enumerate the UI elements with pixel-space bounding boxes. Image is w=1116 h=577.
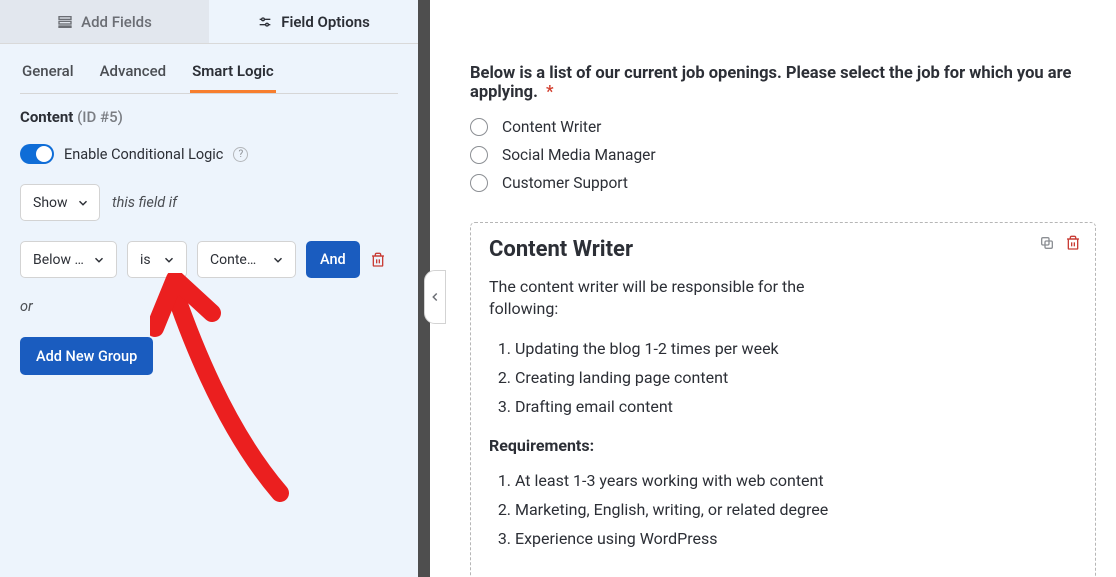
field-title: Content (ID #5) xyxy=(20,108,398,126)
trash-icon[interactable] xyxy=(370,252,386,268)
list-item: Experience using WordPress xyxy=(515,529,1045,548)
list-item: Updating the blog 1-2 times per week xyxy=(515,339,1045,358)
list-item: Creating landing page content xyxy=(515,368,1045,387)
radio-label: Content Writer xyxy=(502,118,601,136)
show-select-value: Show xyxy=(33,195,68,211)
radio-label: Customer Support xyxy=(502,174,628,192)
list-item: Drafting email content xyxy=(515,397,1045,416)
chevron-down-icon xyxy=(162,253,176,267)
sliders-icon xyxy=(257,14,273,30)
show-row: Show this field if xyxy=(20,184,398,221)
content-card[interactable]: Content Writer The content writer will b… xyxy=(470,222,1096,577)
panel-body: Content (ID #5) Enable Conditional Logic… xyxy=(0,108,418,577)
subtab-advanced[interactable]: Advanced xyxy=(98,56,168,93)
layout-icon xyxy=(57,14,73,30)
card-actions xyxy=(1039,235,1081,251)
field-title-label: Content xyxy=(20,108,73,126)
collapse-handle[interactable] xyxy=(424,270,446,324)
chevron-left-icon xyxy=(428,290,442,304)
show-select[interactable]: Show xyxy=(20,184,100,221)
chevron-down-icon xyxy=(76,196,90,210)
tab-field-options[interactable]: Field Options xyxy=(209,0,418,43)
condition-operator-select[interactable]: is xyxy=(127,241,187,278)
condition-row: Below i… is Conten… And xyxy=(20,241,398,278)
tab-add-fields-label: Add Fields xyxy=(81,13,152,31)
requirements-heading: Requirements: xyxy=(489,436,1045,455)
tab-field-options-label: Field Options xyxy=(281,13,370,31)
required-asterisk: * xyxy=(546,83,554,102)
conditional-logic-toggle[interactable] xyxy=(20,144,54,164)
radio-option[interactable]: Content Writer xyxy=(470,118,1096,136)
field-title-id: (ID #5) xyxy=(77,108,123,126)
subtabs-divider xyxy=(20,93,398,94)
this-field-if: this field if xyxy=(112,194,177,211)
panel-divider xyxy=(418,0,440,577)
question-title: Below is a list of our current job openi… xyxy=(470,64,1096,102)
subtab-smart-logic[interactable]: Smart Logic xyxy=(190,56,276,93)
radio-option[interactable]: Customer Support xyxy=(470,174,1096,192)
radio-icon xyxy=(470,174,488,192)
condition-value-value: Conten… xyxy=(210,252,263,268)
chevron-down-icon xyxy=(271,253,285,267)
radio-icon xyxy=(470,146,488,164)
list-item: Marketing, English, writing, or related … xyxy=(515,500,1045,519)
list-item: At least 1-3 years working with web cont… xyxy=(515,471,1045,490)
condition-field-value: Below i… xyxy=(33,252,84,268)
conditional-logic-label: Enable Conditional Logic xyxy=(64,146,223,163)
duplicate-icon[interactable] xyxy=(1039,235,1055,251)
chevron-down-icon xyxy=(92,253,106,267)
radio-icon xyxy=(470,118,488,136)
help-icon[interactable]: ? xyxy=(233,147,248,162)
condition-operator-value: is xyxy=(140,252,151,268)
add-new-group-button[interactable]: Add New Group xyxy=(20,337,153,375)
condition-field-select[interactable]: Below i… xyxy=(20,241,117,278)
subtab-general[interactable]: General xyxy=(20,56,76,93)
card-title: Content Writer xyxy=(489,237,1045,262)
form-preview: Below is a list of our current job openi… xyxy=(440,0,1116,577)
sub-tabs: General Advanced Smart Logic xyxy=(0,44,418,93)
duties-list: Updating the blog 1-2 times per week Cre… xyxy=(489,339,1045,416)
radio-label: Social Media Manager xyxy=(502,146,656,164)
card-intro: The content writer will be responsible f… xyxy=(489,276,849,321)
top-tabs: Add Fields Field Options xyxy=(0,0,418,44)
radio-list: Content Writer Social Media Manager Cust… xyxy=(470,118,1096,192)
toggle-row: Enable Conditional Logic ? xyxy=(20,144,398,164)
trash-icon[interactable] xyxy=(1065,235,1081,251)
requirements-list: At least 1-3 years working with web cont… xyxy=(489,471,1045,548)
tab-add-fields[interactable]: Add Fields xyxy=(0,0,209,43)
question-text: Below is a list of our current job openi… xyxy=(470,64,1071,102)
or-text: or xyxy=(20,298,398,315)
condition-value-select[interactable]: Conten… xyxy=(197,241,296,278)
radio-option[interactable]: Social Media Manager xyxy=(470,146,1096,164)
and-button[interactable]: And xyxy=(306,241,360,278)
left-panel: Add Fields Field Options General Advance… xyxy=(0,0,418,577)
